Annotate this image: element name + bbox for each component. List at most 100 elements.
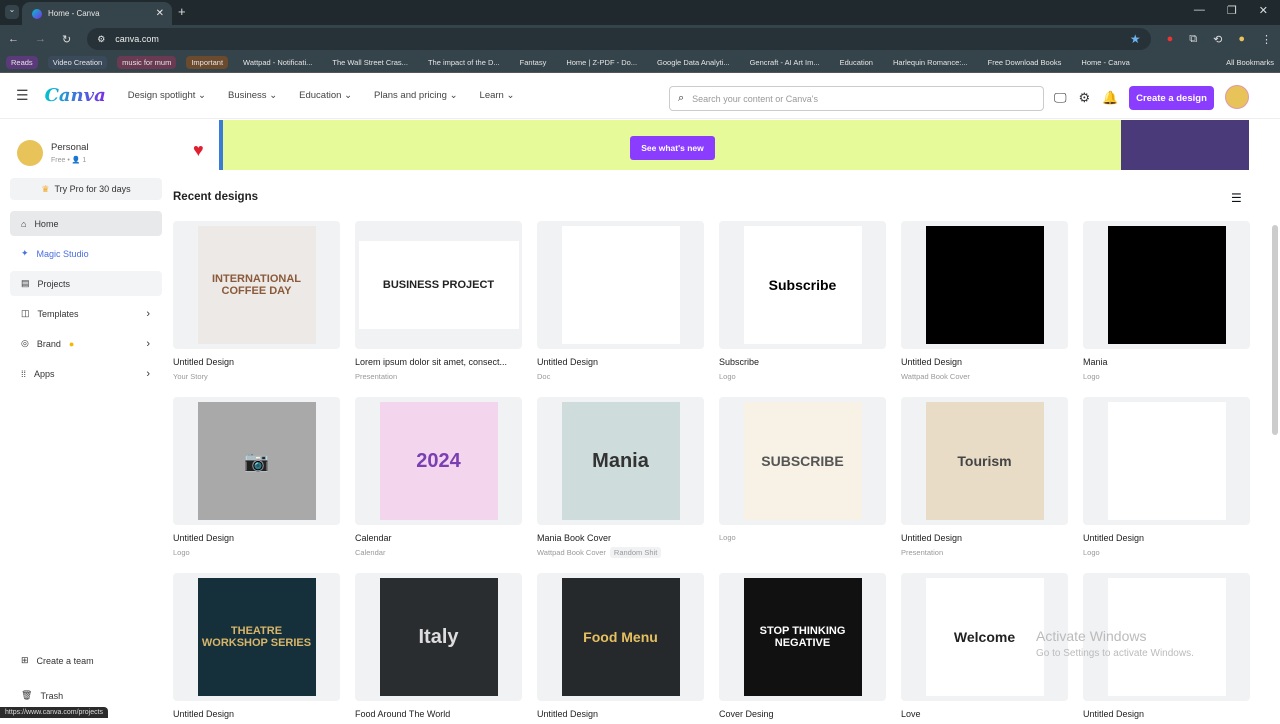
design-thumbnail[interactable] (537, 221, 704, 349)
design-card[interactable]: STOP THINKING NEGATIVE Cover Desing (719, 573, 886, 724)
design-thumbnail[interactable]: BUSINESS PROJECT (355, 221, 522, 349)
back-icon[interactable]: ← (8, 33, 19, 45)
history-icon[interactable]: ⟲ (1213, 33, 1222, 46)
template-icon: ◫ (21, 308, 30, 318)
design-card[interactable]: Tourism Untitled Design Presentation (901, 397, 1068, 557)
bookmark-item[interactable]: Important (186, 56, 229, 69)
nav-menu-2[interactable]: Education ⌄ (299, 90, 352, 101)
sidebar-item-templates[interactable]: ◫ Templates › (10, 301, 162, 326)
all-bookmarks[interactable]: All Bookmarks (1226, 58, 1274, 67)
design-card[interactable]: SUBSCRIBE Logo (719, 397, 886, 542)
design-card[interactable]: Subscribe Subscribe Logo (719, 221, 886, 381)
bookmark-item[interactable]: Free Download Books (983, 56, 1067, 69)
avatar[interactable] (1225, 85, 1249, 109)
sidebar-item-apps[interactable]: ⁞⁞ Apps › (10, 361, 162, 386)
list-view-icon[interactable]: ☰ (1231, 191, 1242, 205)
bookmark-item[interactable]: Home | Z-PDF - Do... (561, 56, 642, 69)
bookmark-item[interactable]: The impact of the D... (423, 56, 505, 69)
chevron-right-icon: › (146, 337, 150, 350)
sidebar-item-magic-studio[interactable]: ✦ Magic Studio (10, 241, 162, 266)
design-thumbnail[interactable]: THEATRE WORKSHOP SERIES (173, 573, 340, 701)
nav-menu-1[interactable]: Business ⌄ (228, 90, 277, 101)
profile-avatar[interactable]: ● (1238, 33, 1245, 45)
design-card[interactable]: Italy Food Around The World (355, 573, 522, 724)
design-thumbnail[interactable]: Subscribe (719, 221, 886, 349)
design-card[interactable]: Food Menu Untitled Design (537, 573, 704, 724)
reload-icon[interactable]: ↻ (62, 33, 71, 46)
search-input[interactable]: ⌕ Search your content or Canva's (669, 86, 1044, 111)
bookmark-item[interactable]: Video Creation (47, 56, 108, 69)
account-switcher[interactable]: Personal Free • 👤 1 (17, 140, 89, 166)
nav-menu-4[interactable]: Learn ⌄ (480, 90, 515, 101)
site-info-icon[interactable]: ⚙ (97, 34, 105, 45)
gear-icon[interactable]: ⚙ (1079, 90, 1091, 106)
design-type: Logo (719, 533, 736, 542)
create-team-button[interactable]: ⊞ Create a team (10, 648, 162, 673)
see-whats-new-button[interactable]: See what's new (630, 136, 715, 160)
design-card[interactable]: 📷 Untitled Design Logo (173, 397, 340, 557)
desktop-app-icon[interactable]: 🖵 (1054, 90, 1067, 106)
bookmark-item[interactable]: Gencraft - AI Art Im... (745, 56, 825, 69)
design-card[interactable]: Untitled Design Logo (1083, 397, 1250, 557)
design-thumbnail[interactable]: 📷 (173, 397, 340, 525)
restore-icon[interactable]: ❐ (1227, 4, 1237, 17)
design-thumbnail[interactable]: 2024 (355, 397, 522, 525)
design-thumbnail[interactable]: Mania (537, 397, 704, 525)
trash-button[interactable]: 🗑 Trash (10, 683, 162, 708)
design-card[interactable]: Untitled Design Doc (537, 221, 704, 381)
sidebar: Personal Free • 👤 1 ♛ Try Pro for 30 days … (0, 120, 170, 720)
bookmark-item[interactable]: Home - Canva (1076, 56, 1134, 69)
design-thumbnail[interactable] (901, 221, 1068, 349)
bookmark-item[interactable]: Reads (6, 56, 38, 69)
design-title: Untitled Design (537, 357, 599, 367)
hamburger-icon[interactable]: ☰ (16, 87, 29, 104)
folder-tag[interactable]: Random Shit (609, 547, 662, 558)
close-window-icon[interactable]: ✕ (1259, 4, 1268, 17)
adblock-icon[interactable]: ● (1167, 33, 1174, 45)
design-card[interactable]: BUSINESS PROJECT Lorem ipsum dolor sit am… (355, 221, 522, 381)
bell-icon[interactable]: 🔔 (1102, 90, 1118, 106)
design-card[interactable]: Mania Logo (1083, 221, 1250, 381)
close-tab-icon[interactable]: ✕ (156, 8, 164, 19)
menu-icon[interactable]: ⋮ (1261, 33, 1272, 46)
design-thumbnail[interactable] (1083, 221, 1250, 349)
canva-logo[interactable]: Canva (45, 85, 106, 106)
browser-tab[interactable]: Home - Canva ✕ (22, 2, 172, 25)
design-thumbnail[interactable]: Italy (355, 573, 522, 701)
design-thumbnail[interactable]: Food Menu (537, 573, 704, 701)
design-card[interactable]: INTERNATIONAL COFFEE DAY Untitled Design Y… (173, 221, 340, 381)
tab-search-button[interactable]: ⌄ (5, 5, 19, 19)
scrollbar[interactable] (1272, 225, 1278, 435)
bookmark-item[interactable]: Harlequin Romance:... (888, 56, 973, 69)
forward-icon[interactable]: → (35, 33, 46, 45)
design-card[interactable]: Mania Mania Book Cover Wattpad Book Cover R… (537, 397, 704, 558)
design-card[interactable]: THEATRE WORKSHOP SERIES Untitled Design (173, 573, 340, 724)
design-thumbnail[interactable] (1083, 397, 1250, 525)
create-design-button[interactable]: Create a design (1129, 86, 1214, 110)
bookmark-item[interactable]: Fantasy (515, 56, 552, 69)
nav-menu-0[interactable]: Design spotlight ⌄ (128, 90, 206, 101)
design-card[interactable]: 2024 Calendar Calendar (355, 397, 522, 557)
bookmark-item[interactable]: music for mum (117, 56, 177, 69)
bookmark-item[interactable]: Google Data Analyti... (652, 56, 735, 69)
bookmark-item[interactable]: Wattpad - Notificati... (238, 56, 317, 69)
sidebar-item-brand[interactable]: ◎ Brand ● › (10, 331, 162, 356)
bookmark-item[interactable]: The Wall Street Cras... (327, 56, 413, 69)
design-thumbnail[interactable]: Tourism (901, 397, 1068, 525)
bookmark-item[interactable]: Education (835, 56, 878, 69)
new-tab-button[interactable]: + (178, 4, 186, 19)
address-bar[interactable]: ⚙ canva.com ★ (87, 28, 1151, 50)
design-card[interactable]: Untitled Design Wattpad Book Cover (901, 221, 1068, 381)
try-pro-button[interactable]: ♛ Try Pro for 30 days (10, 178, 162, 200)
design-thumbnail[interactable]: SUBSCRIBE (719, 397, 886, 525)
design-thumbnail[interactable]: STOP THINKING NEGATIVE (719, 573, 886, 701)
nav-menu-3[interactable]: Plans and pricing ⌄ (374, 90, 458, 101)
minimize-icon[interactable]: — (1194, 4, 1205, 17)
design-type: Calendar (355, 548, 386, 557)
search-icon: ⌕ (678, 92, 685, 104)
sidebar-item-projects[interactable]: ▤ Projects (10, 271, 162, 296)
extensions-icon[interactable]: ⧉ (1189, 33, 1197, 46)
design-thumbnail[interactable]: INTERNATIONAL COFFEE DAY (173, 221, 340, 349)
sidebar-item-home[interactable]: ⌂ Home (10, 211, 162, 236)
bookmark-star-icon[interactable]: ★ (1130, 32, 1141, 46)
